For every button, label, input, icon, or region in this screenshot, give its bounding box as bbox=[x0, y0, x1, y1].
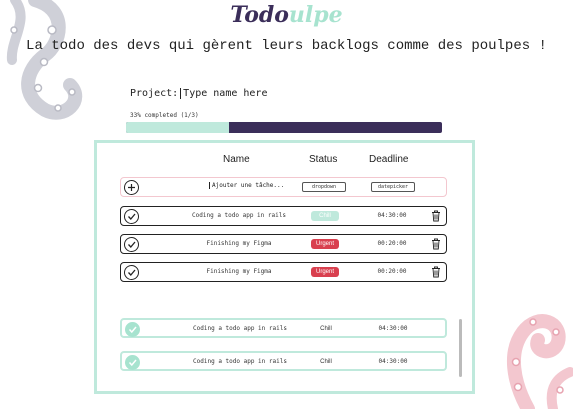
check-circle-icon[interactable] bbox=[125, 322, 140, 337]
task-name: Finishing my Figma bbox=[206, 268, 272, 275]
status-dropdown[interactable]: dropdown bbox=[302, 182, 346, 192]
column-header-deadline: Deadline bbox=[369, 154, 409, 165]
progress-bar bbox=[126, 122, 442, 133]
completed-task-row: Coding a todo app in rails Chill 04:30:0… bbox=[120, 318, 447, 338]
deadline-datepicker[interactable]: datepicker bbox=[371, 182, 415, 192]
task-deadline: 04:30:00 bbox=[378, 358, 408, 365]
task-row: Coding a todo app in rails Chill 04:30:0… bbox=[120, 206, 447, 226]
check-circle-icon[interactable] bbox=[124, 237, 139, 252]
task-deadline: 04:30:00 bbox=[378, 325, 408, 332]
logo-text-todo: Todo bbox=[230, 2, 289, 28]
status-badge: Urgent bbox=[311, 239, 339, 249]
trash-icon[interactable] bbox=[431, 210, 441, 222]
scrollbar[interactable] bbox=[459, 319, 462, 377]
task-row: Finishing my Figma Urgent 00:20:00 bbox=[120, 234, 447, 254]
check-circle-icon[interactable] bbox=[124, 265, 139, 280]
check-circle-icon[interactable] bbox=[124, 209, 139, 224]
task-name: Coding a todo app in rails bbox=[193, 325, 287, 332]
octopus-tentacle-decoration-pink bbox=[506, 314, 573, 409]
add-task-input[interactable] bbox=[209, 182, 289, 189]
plus-circle-icon[interactable] bbox=[124, 180, 139, 195]
task-deadline: 00:20:00 bbox=[377, 240, 407, 247]
status-badge: Urgent bbox=[311, 267, 339, 277]
task-deadline: 00:20:00 bbox=[377, 268, 407, 275]
project-name-input[interactable] bbox=[180, 88, 341, 99]
status-label: Chill bbox=[320, 326, 332, 332]
task-name: Finishing my Figma bbox=[206, 240, 272, 247]
project-name-field: Project: bbox=[130, 88, 341, 99]
task-deadline: 04:30:00 bbox=[377, 212, 407, 219]
status-label: Chill bbox=[320, 359, 332, 365]
logo-text-ulpe: ulpe bbox=[288, 2, 343, 28]
task-row: Finishing my Figma Urgent 00:20:00 bbox=[120, 262, 447, 282]
column-header-status: Status bbox=[309, 154, 338, 165]
completed-task-row: Coding a todo app in rails Chill 04:30:0… bbox=[120, 351, 447, 371]
add-task-row: dropdown datepicker bbox=[120, 177, 447, 197]
tagline: La todo des devs qui gèrent leurs backlo… bbox=[26, 38, 547, 54]
progress-label: 33% completed (1/3) bbox=[130, 112, 199, 119]
check-circle-icon[interactable] bbox=[125, 355, 140, 370]
trash-icon[interactable] bbox=[431, 238, 441, 250]
trash-icon[interactable] bbox=[431, 266, 441, 278]
column-header-name: Name bbox=[223, 154, 250, 165]
status-badge: Chill bbox=[311, 211, 339, 221]
progress-bar-fill bbox=[126, 122, 231, 133]
project-label: Project: bbox=[130, 88, 179, 99]
app-logo: Todoulpe bbox=[0, 2, 573, 28]
task-name: Coding a todo app in rails bbox=[192, 212, 286, 219]
task-name: Coding a todo app in rails bbox=[193, 358, 287, 365]
